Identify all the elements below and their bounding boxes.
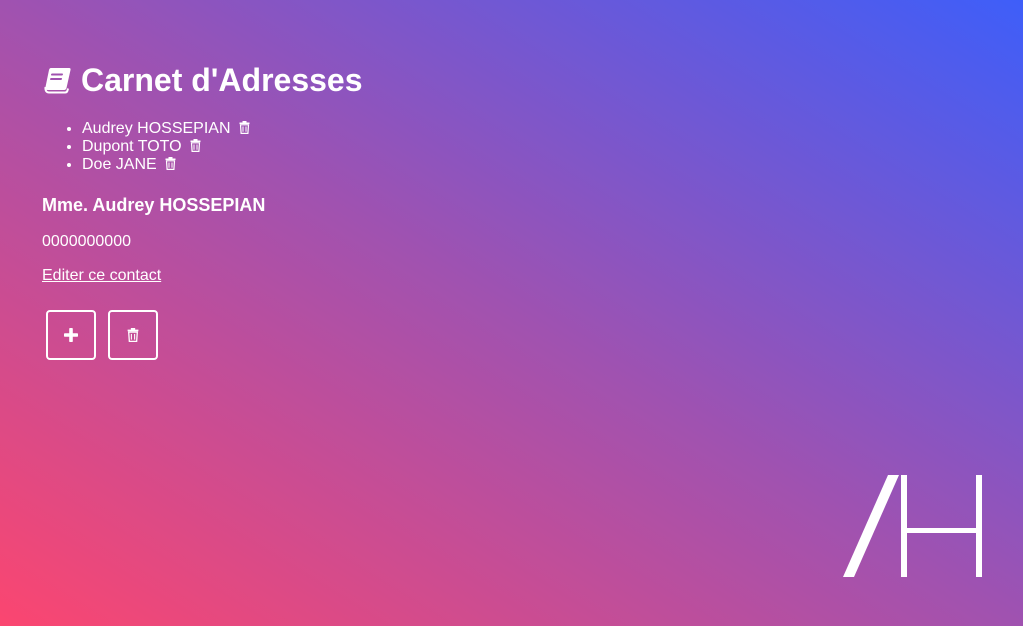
page-title: Carnet d'Adresses: [81, 62, 363, 98]
contact-list: Audrey HOSSEPIAN Dupont TOTO Doe JANE: [42, 120, 250, 174]
contact-item[interactable]: Audrey HOSSEPIAN: [82, 120, 250, 138]
page-header: Carnet d'Adresses: [42, 60, 363, 100]
contact-detail-name: Mme. Audrey HOSSEPIAN: [42, 195, 266, 215]
delete-contact-button[interactable]: [108, 310, 158, 360]
trash-icon[interactable]: [190, 139, 201, 152]
trash-icon: [127, 328, 139, 342]
trash-icon[interactable]: [239, 121, 250, 134]
trash-icon[interactable]: [165, 157, 176, 170]
contact-item[interactable]: Doe JANE: [82, 156, 250, 174]
contact-item[interactable]: Dupont TOTO: [82, 138, 250, 156]
add-contact-button[interactable]: [46, 310, 96, 360]
contact-item-name[interactable]: Doe JANE: [82, 156, 157, 173]
contact-item-name[interactable]: Audrey HOSSEPIAN: [82, 120, 231, 137]
contact-item-name[interactable]: Dupont TOTO: [82, 138, 182, 155]
ah-logo: [843, 475, 982, 577]
plus-icon: [64, 328, 78, 342]
contact-detail-phone: 0000000000: [42, 233, 131, 250]
book-icon: [44, 68, 71, 94]
edit-contact-link[interactable]: Editer ce contact: [42, 267, 161, 285]
